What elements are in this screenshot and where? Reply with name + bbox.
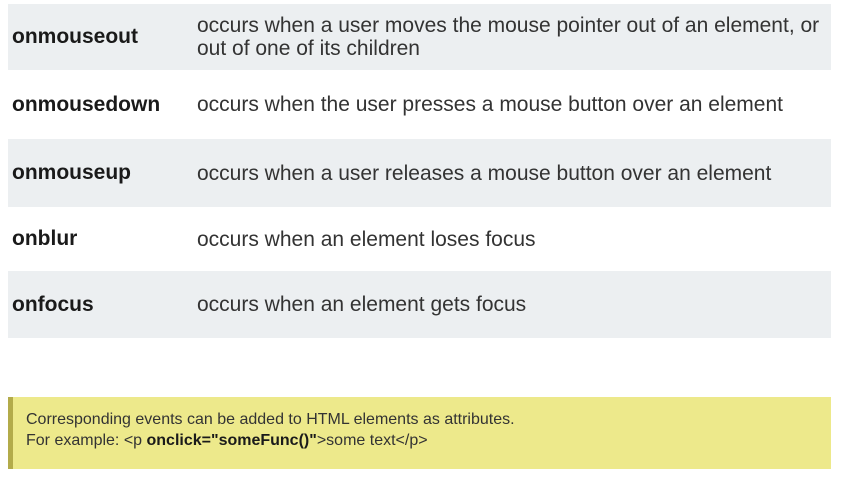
table-row: onmousedown occurs when the user presses… [8, 70, 831, 139]
event-name: onblur [12, 227, 78, 250]
table-row: onmouseout occurs when a user moves the … [8, 4, 831, 70]
event-description: occurs when an element loses focus [197, 227, 536, 251]
event-name: onmouseout [12, 25, 138, 48]
table-row: onblur occurs when an element loses focu… [8, 207, 831, 271]
event-name: onmousedown [12, 92, 161, 116]
note-suffix: >some text</p> [316, 432, 428, 449]
event-name: onmouseup [12, 161, 131, 184]
table-row: onmouseup occurs when a user releases a … [8, 139, 831, 207]
event-description: occurs when an element gets focus [197, 293, 527, 316]
note-code: onclick="someFunc()" [146, 432, 317, 449]
event-description: occurs when a user moves the mouse point… [197, 14, 820, 60]
event-name: onfocus [12, 292, 94, 316]
table-row: onfocus occurs when an element gets focu… [8, 271, 831, 338]
event-description: occurs when a user releases a mouse butt… [197, 161, 772, 185]
events-table: onmouseout occurs when a user moves the … [8, 4, 831, 338]
note-box: Corresponding events can be added to HTM… [8, 397, 831, 469]
event-description: occurs when the user presses a mouse but… [197, 93, 783, 116]
note-line-1: Corresponding events can be added to HTM… [26, 411, 515, 428]
note-line-2: For example: <p onclick="someFunc()">som… [26, 430, 831, 451]
note-prefix: For example: <p [26, 432, 147, 449]
